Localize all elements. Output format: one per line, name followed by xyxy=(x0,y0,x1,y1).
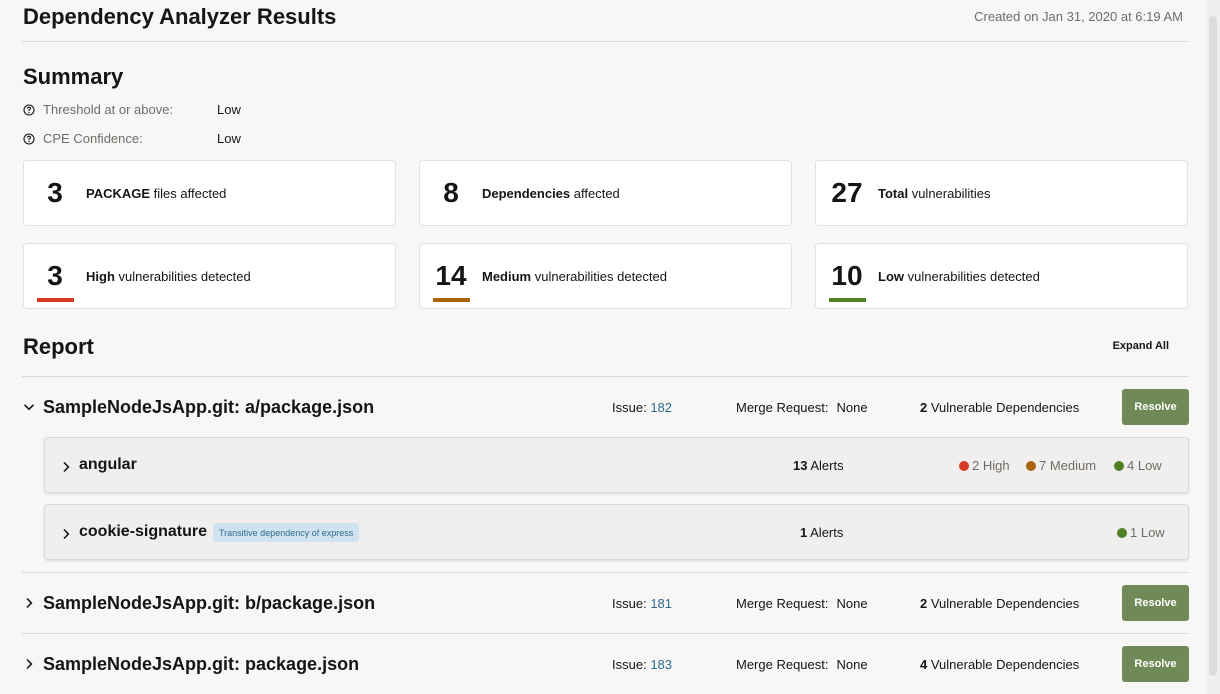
resolve-button[interactable]: Resolve xyxy=(1122,389,1189,425)
chevron-right-icon[interactable] xyxy=(60,527,72,540)
created-timestamp: Created on Jan 31, 2020 at 6:19 AM xyxy=(974,9,1183,24)
page-title: Dependency Analyzer Results xyxy=(23,4,337,29)
stat-card-dependencies: 8 Dependencies affected xyxy=(419,160,792,226)
chevron-right-icon[interactable] xyxy=(23,657,35,670)
repo-row[interactable]: SampleNodeJsApp.git: package.json Issue:… xyxy=(22,645,1189,685)
stat-card-medium: 14 Medium vulnerabilities detected xyxy=(419,243,792,309)
low-count: 1 Low xyxy=(1117,525,1165,540)
dependency-row-angular[interactable]: angular 13 Alerts 2 High 7 Medium 4 Low xyxy=(44,437,1189,493)
summary-heading: Summary xyxy=(23,64,124,89)
stat-card-low: 10 Low vulnerabilities detected xyxy=(815,243,1188,309)
vulnerable-dependencies-count: 2 Vulnerable Dependencies xyxy=(920,596,1080,611)
cpe-confidence-row: CPE Confidence: Low xyxy=(23,131,241,146)
resolve-button[interactable]: Resolve xyxy=(1122,585,1189,621)
dependency-name: cookie-signature xyxy=(79,523,208,540)
dependency-row-cookie-signature[interactable]: cookie-signature Transitive dependency o… xyxy=(44,504,1189,560)
issue-link: Issue: 183 xyxy=(612,657,673,672)
merge-request: Merge Request: None xyxy=(736,657,868,672)
chevron-right-icon[interactable] xyxy=(23,596,35,609)
medium-dot-icon xyxy=(1026,460,1036,471)
threshold-label: Threshold at or above: xyxy=(43,102,174,117)
repo-name[interactable]: SampleNodeJsApp.git: package.json xyxy=(43,654,359,675)
stat-card-package-files: 3 PACKAGE files affected xyxy=(23,160,396,226)
stat-description: Total vulnerabilities xyxy=(878,185,991,201)
threshold-value: Low xyxy=(217,102,241,117)
stat-value: 3 xyxy=(47,260,63,291)
merge-request: Merge Request: None xyxy=(736,596,868,611)
high-dot-icon xyxy=(959,460,969,471)
issue-number-link[interactable]: 183 xyxy=(650,657,672,672)
scrollbar-track[interactable] xyxy=(1206,0,1220,694)
repo-name[interactable]: SampleNodeJsApp.git: b/package.json xyxy=(43,593,375,614)
low-dot-icon xyxy=(1117,527,1127,538)
medium-count: 7 Medium xyxy=(1026,458,1096,473)
issue-number-link[interactable]: 181 xyxy=(650,596,672,611)
low-dot-icon xyxy=(1114,460,1124,471)
stat-description: High vulnerabilities detected xyxy=(86,268,251,284)
vulnerable-dependencies-count: 2 Vulnerable Dependencies xyxy=(920,400,1080,415)
stat-description: Medium vulnerabilities detected xyxy=(482,268,667,284)
high-count: 2 High xyxy=(959,458,1010,473)
merge-request: Merge Request: None xyxy=(736,400,868,415)
cpe-confidence-value: Low xyxy=(217,131,241,146)
alerts-count: 1 Alerts xyxy=(800,525,844,540)
stat-value: 10 xyxy=(831,260,863,291)
low-severity-bar xyxy=(829,298,866,302)
cpe-confidence-label: CPE Confidence: xyxy=(43,131,143,146)
stat-card-total-vulnerabilities: 27 Total vulnerabilities xyxy=(815,160,1188,226)
vulnerable-dependencies-count: 4 Vulnerable Dependencies xyxy=(920,657,1080,672)
repo-row[interactable]: SampleNodeJsApp.git: a/package.json Issu… xyxy=(22,388,1189,428)
dependency-name: angular xyxy=(79,456,137,473)
issue-link: Issue: 182 xyxy=(612,400,673,415)
transitive-dependency-badge: Transitive dependency of express xyxy=(213,523,360,542)
scrollbar-thumb[interactable] xyxy=(1209,16,1217,676)
page: Dependency Analyzer Results Created on J… xyxy=(22,0,1189,682)
stat-card-high: 3 High vulnerabilities detected xyxy=(23,243,396,309)
alerts-count: 13 Alerts xyxy=(793,458,844,473)
stat-description: PACKAGE files affected xyxy=(86,185,227,201)
stat-value: 3 xyxy=(47,177,63,208)
resolve-button[interactable]: Resolve xyxy=(1122,646,1189,682)
repo-name[interactable]: SampleNodeJsApp.git: a/package.json xyxy=(43,397,374,418)
issue-link: Issue: 181 xyxy=(612,596,673,611)
stat-value: 14 xyxy=(435,260,467,291)
divider xyxy=(22,633,1189,634)
low-count: 4 Low xyxy=(1114,458,1162,473)
divider xyxy=(22,572,1189,573)
stat-value: 27 xyxy=(831,177,863,208)
high-severity-bar xyxy=(37,298,74,302)
stat-description: Dependencies affected xyxy=(482,185,620,201)
help-circle-icon[interactable] xyxy=(23,132,35,145)
issue-number-link[interactable]: 182 xyxy=(650,400,672,415)
divider xyxy=(22,376,1189,377)
chevron-down-icon[interactable] xyxy=(23,400,35,412)
expand-all-link[interactable]: Expand All xyxy=(1113,340,1169,352)
repo-row[interactable]: SampleNodeJsApp.git: b/package.json Issu… xyxy=(22,584,1189,624)
report-heading: Report xyxy=(23,334,94,359)
threshold-row: Threshold at or above: Low xyxy=(23,102,241,117)
stat-value: 8 xyxy=(443,177,459,208)
page-header: Dependency Analyzer Results Created on J… xyxy=(22,0,1189,42)
medium-severity-bar xyxy=(433,298,470,302)
help-circle-icon[interactable] xyxy=(23,103,35,116)
chevron-right-icon[interactable] xyxy=(60,460,72,473)
stat-description: Low vulnerabilities detected xyxy=(878,268,1040,284)
